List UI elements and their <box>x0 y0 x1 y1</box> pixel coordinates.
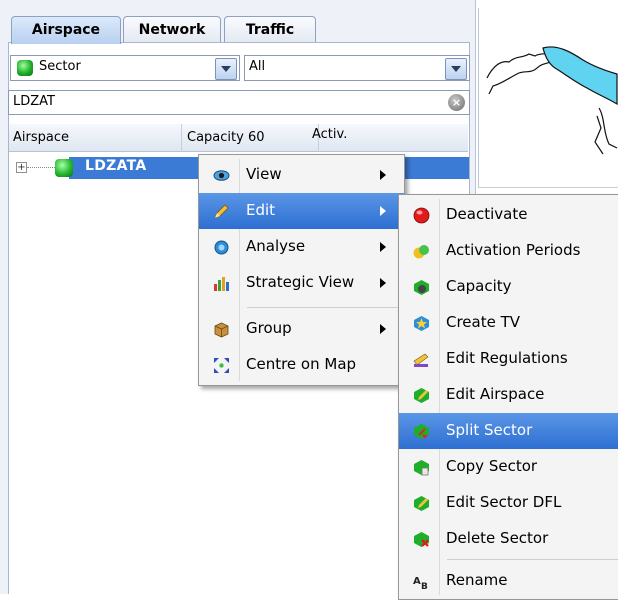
menu-item-copy-sector[interactable]: Copy Sector <box>399 449 618 485</box>
menu-item-label: Edit <box>246 201 276 219</box>
column-airspace-label: Airspace <box>13 130 69 145</box>
red-dot-icon <box>413 207 430 224</box>
column-header-activ[interactable]: Activ. <box>308 124 472 152</box>
bar-chart-icon <box>214 277 229 291</box>
menu-item-edit[interactable]: Edit <box>199 193 404 229</box>
activation-periods-icon <box>413 245 429 259</box>
svg-text:B: B <box>421 582 428 590</box>
submenu-arrow-icon <box>380 278 386 288</box>
submenu-arrow-icon <box>380 324 386 334</box>
tab-network-label: Network <box>138 22 206 38</box>
chevron-down-icon[interactable] <box>445 58 467 80</box>
menu-item-label: Group <box>246 319 292 337</box>
split-sector-icon <box>414 424 429 439</box>
delete-sector-icon <box>414 532 429 547</box>
tab-traffic[interactable]: Traffic <box>224 16 316 43</box>
menu-item-group[interactable]: Group <box>199 311 404 347</box>
centre-arrows-icon <box>214 358 229 373</box>
menu-item-label: Edit Regulations <box>446 349 568 367</box>
menu-item-label: Capacity <box>446 277 512 295</box>
sector-gem-icon <box>17 60 33 76</box>
menu-separator <box>247 307 400 308</box>
create-tv-icon <box>414 316 429 331</box>
sector-gem-icon <box>55 159 73 177</box>
menu-item-edit-airspace[interactable]: Edit Airspace <box>399 377 618 413</box>
chevron-down-icon[interactable] <box>215 58 237 80</box>
scope-select[interactable]: All <box>244 55 470 81</box>
menu-item-label: Copy Sector <box>446 457 538 475</box>
menu-item-label: Deactivate <box>446 205 528 223</box>
tab-network[interactable]: Network <box>123 16 221 43</box>
expand-plus-icon: + <box>17 162 26 173</box>
tree-connector <box>27 167 55 168</box>
column-capacity-label: Capacity 60 <box>187 130 265 145</box>
menu-item-label: View <box>246 165 282 183</box>
tree-row-label: LDZATA <box>85 158 147 174</box>
menu-item-label: Centre on Map <box>246 355 357 373</box>
edit-submenu: Deactivate Activation Periods Capacity C… <box>398 194 618 600</box>
edit-airspace-icon <box>414 388 429 403</box>
map-view[interactable] <box>478 8 618 188</box>
menu-item-centre-on-map[interactable]: Centre on Map <box>199 347 404 383</box>
edit-regulations-icon <box>413 353 429 367</box>
menu-item-create-tv[interactable]: Create TV <box>399 305 618 341</box>
tab-airspace[interactable]: Airspace <box>11 16 121 44</box>
package-icon <box>214 322 229 338</box>
map-coastline <box>486 46 618 155</box>
menu-item-delete-sector[interactable]: Delete Sector <box>399 521 618 557</box>
svg-text:A: A <box>413 576 421 587</box>
edit-sector-dfl-icon <box>414 496 429 511</box>
expand-toggle[interactable]: + <box>16 162 27 173</box>
menu-item-deactivate[interactable]: Deactivate <box>399 197 618 233</box>
menu-item-label: Rename <box>446 571 508 589</box>
search-input[interactable]: LDZAT × <box>8 90 470 115</box>
context-menu: View Edit Analyse Strategic View Group C… <box>198 154 405 386</box>
tab-traffic-label: Traffic <box>245 22 295 38</box>
menu-item-capacity[interactable]: Capacity <box>399 269 618 305</box>
menu-item-edit-sector-dfl[interactable]: Edit Sector DFL <box>399 485 618 521</box>
menu-item-strategic-view[interactable]: Strategic View <box>199 265 404 301</box>
tab-airspace-label: Airspace <box>31 22 101 38</box>
menu-item-label: Analyse <box>246 237 306 255</box>
copy-sector-icon <box>414 460 429 476</box>
menu-item-analyse[interactable]: Analyse <box>199 229 404 265</box>
column-activ-label: Activ. <box>312 127 348 142</box>
submenu-arrow-icon <box>380 242 386 252</box>
menu-separator <box>447 559 618 560</box>
menu-item-label: Strategic View <box>246 273 355 291</box>
search-value: LDZAT <box>13 94 55 109</box>
menu-item-activation-periods[interactable]: Activation Periods <box>399 233 618 269</box>
menu-item-label: Edit Airspace <box>446 385 545 403</box>
pencil-icon <box>214 204 229 219</box>
menu-item-label: Create TV <box>446 313 521 331</box>
scope-value: All <box>249 59 266 74</box>
menu-item-label: Delete Sector <box>446 529 549 547</box>
menu-item-label: Activation Periods <box>446 241 581 259</box>
eye-icon <box>213 170 230 181</box>
menu-item-label: Split Sector <box>446 421 533 439</box>
capacity-icon <box>414 280 429 295</box>
analyse-icon <box>214 240 229 255</box>
menu-item-view[interactable]: View <box>199 157 404 193</box>
submenu-arrow-icon <box>380 206 386 216</box>
rename-icon: AB <box>413 576 428 590</box>
menu-item-edit-regulations[interactable]: Edit Regulations <box>399 341 618 377</box>
submenu-arrow-icon <box>380 170 386 180</box>
table-header: Airspace Capacity 60 Activ. <box>9 124 468 152</box>
airspace-type-select[interactable]: Sector <box>10 55 240 81</box>
menu-item-label: Edit Sector DFL <box>446 493 562 511</box>
airspace-type-value: Sector <box>39 59 81 74</box>
menu-item-split-sector[interactable]: Split Sector <box>399 413 618 449</box>
column-header-airspace[interactable]: Airspace <box>9 124 182 152</box>
clear-icon[interactable]: × <box>448 94 465 111</box>
column-header-capacity[interactable]: Capacity 60 <box>177 124 319 152</box>
